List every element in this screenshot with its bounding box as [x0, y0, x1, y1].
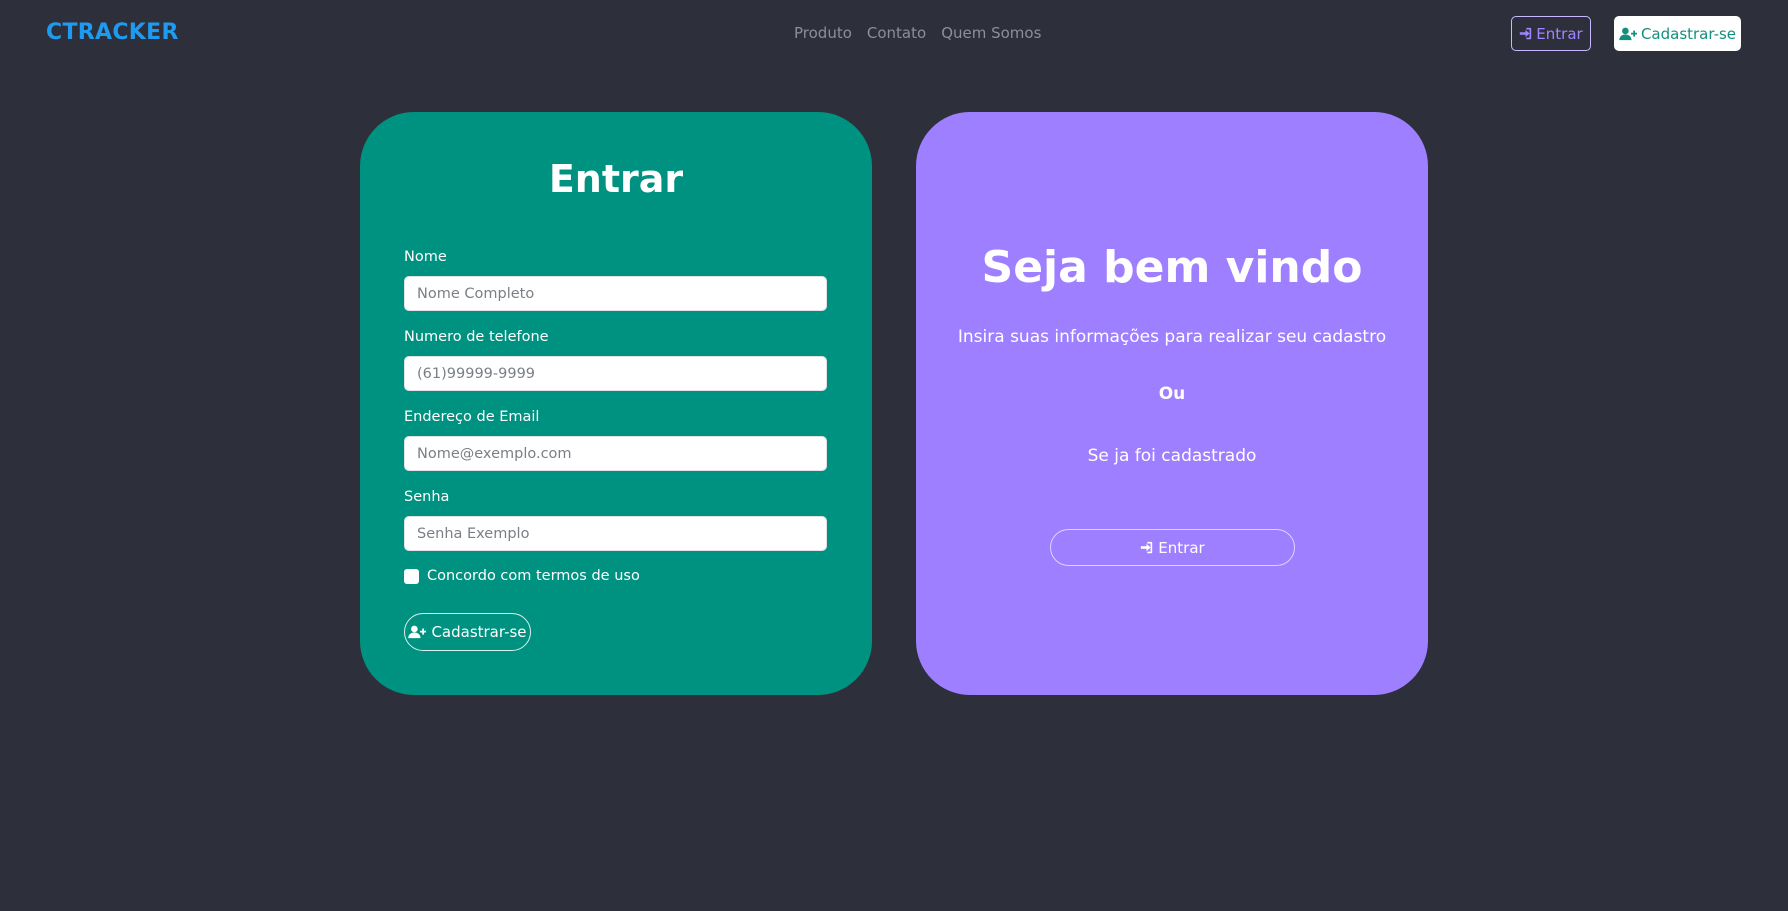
sign-in-icon — [1140, 541, 1153, 554]
terms-checkbox[interactable] — [404, 568, 419, 584]
user-plus-icon — [408, 625, 427, 639]
welcome-login-button[interactable]: Entrar — [1050, 529, 1295, 566]
email-label: Endereço de Email — [404, 409, 540, 425]
brand-logo[interactable]: CTRACKER — [46, 20, 179, 45]
form-title: Entrar — [548, 157, 684, 201]
welcome-or: Ou — [1158, 384, 1186, 404]
email-input[interactable] — [404, 436, 827, 471]
signup-form-card: Entrar Nome Numero de telefone Endereço … — [360, 112, 872, 695]
welcome-card: Seja bem vindo Insira suas informações p… — [916, 112, 1428, 695]
welcome-text: Insira suas informações para realizar se… — [957, 327, 1387, 347]
welcome-subtext: Se ja foi cadastrado — [1087, 446, 1257, 466]
form-signup-label: Cadastrar-se — [431, 623, 527, 641]
welcome-login-label: Entrar — [1158, 538, 1205, 557]
sign-in-icon — [1519, 27, 1532, 40]
signup-button-label: Cadastrar-se — [1640, 24, 1737, 43]
form-signup-button[interactable]: Cadastrar-se — [404, 613, 531, 651]
nav-link-quem-somos[interactable]: Quem Somos — [941, 24, 1041, 42]
name-label: Nome — [404, 249, 447, 265]
user-plus-icon — [1619, 27, 1637, 41]
phone-input[interactable] — [404, 356, 827, 391]
password-input[interactable] — [404, 516, 827, 551]
phone-label: Numero de telefone — [404, 329, 549, 345]
nav-link-contato[interactable]: Contato — [867, 24, 926, 42]
login-button-label: Entrar — [1536, 24, 1583, 43]
terms-row: Concordo com termos de uso — [404, 568, 640, 584]
login-button[interactable]: Entrar — [1511, 16, 1591, 51]
navbar: CTRACKER Produto Contato Quem Somos Entr… — [0, 0, 1788, 68]
password-label: Senha — [404, 489, 450, 505]
name-input[interactable] — [404, 276, 827, 311]
signup-button[interactable]: Cadastrar-se — [1614, 16, 1741, 51]
nav-links: Produto Contato Quem Somos — [794, 24, 1041, 42]
terms-label: Concordo com termos de uso — [427, 568, 640, 584]
nav-link-produto[interactable]: Produto — [794, 24, 852, 42]
welcome-title: Seja bem vindo — [981, 242, 1363, 293]
